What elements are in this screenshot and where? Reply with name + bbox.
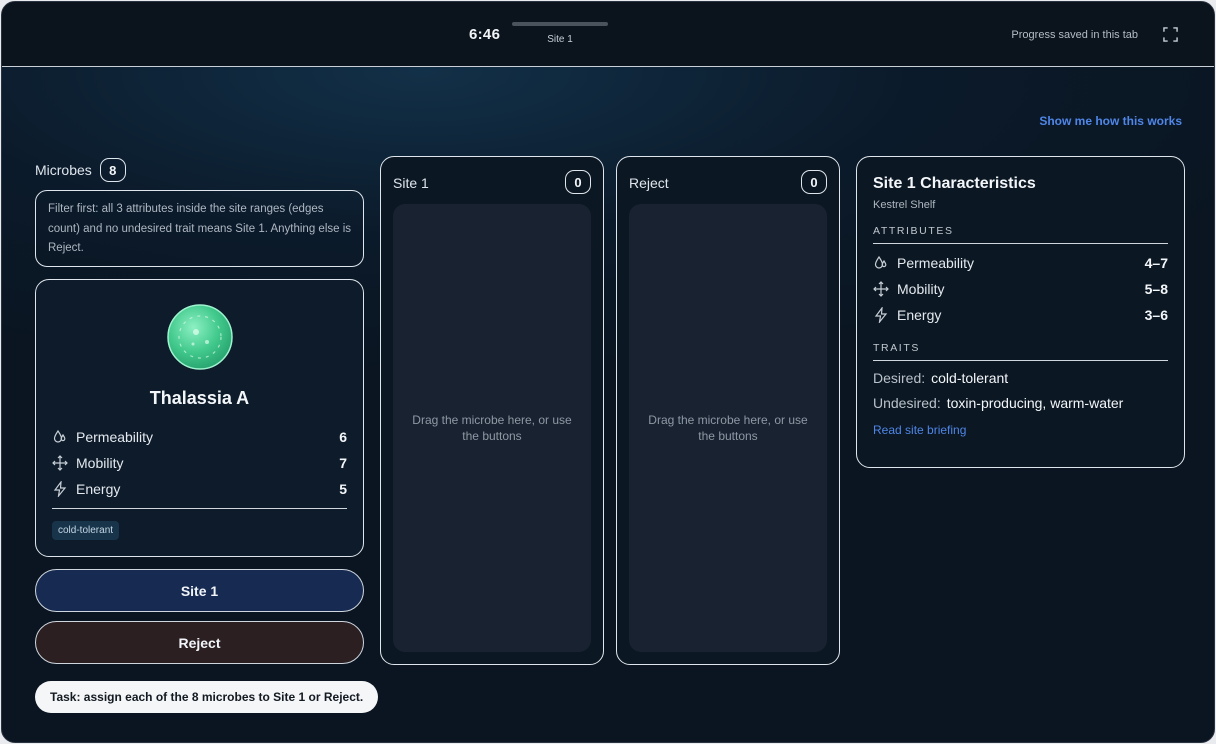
microbe-card[interactable]: Thalassia A Permeability 6 Mobility 7 En… xyxy=(35,279,364,557)
reject-button[interactable]: Reject xyxy=(35,621,364,664)
progress-bar xyxy=(512,22,608,26)
site-attribute-label: Mobility xyxy=(897,281,945,297)
undesired-value: toxin-producing, warm-water xyxy=(946,395,1124,411)
attribute-row-permeability: Permeability 6 xyxy=(52,424,347,450)
lightning-icon xyxy=(53,481,67,497)
drop-placeholder: Drag the microbe here, or use the button… xyxy=(412,413,572,443)
traits-heading: TRAITS xyxy=(873,342,1168,361)
lightning-icon xyxy=(874,307,888,323)
zone-title: Site 1 xyxy=(393,175,429,191)
site-characteristics-panel: Site 1 Characteristics Kestrel Shelf ATT… xyxy=(856,156,1185,468)
saved-status: Progress saved in this tab xyxy=(1011,29,1138,41)
drop-area[interactable]: Drag the microbe here, or use the button… xyxy=(629,204,827,652)
attribute-label: Permeability xyxy=(76,429,154,445)
attribute-row-energy: Energy 5 xyxy=(52,476,347,502)
attribute-label: Mobility xyxy=(76,455,124,471)
site-drop-zone[interactable]: Site 1 0 Drag the microbe here, or use t… xyxy=(380,156,604,665)
zone-count-badge: 0 xyxy=(801,170,827,194)
app-window: 6:46 Site 1 Progress saved in this tab S… xyxy=(1,1,1215,743)
site-attribute-energy: Energy 3–6 xyxy=(873,302,1168,328)
attribute-value: 6 xyxy=(339,429,347,445)
read-site-briefing-link[interactable]: Read site briefing xyxy=(873,423,1168,437)
attribute-row-mobility: Mobility 7 xyxy=(52,450,347,476)
show-how-it-works-link[interactable]: Show me how this works xyxy=(1039,114,1182,128)
microbe-name: Thalassia A xyxy=(149,388,250,408)
task-banner: Task: assign each of the 8 microbes to S… xyxy=(35,681,379,713)
site-attribute-permeability: Permeability 4–7 xyxy=(873,250,1168,276)
characteristics-subtitle: Kestrel Shelf xyxy=(873,199,936,211)
microbes-title: Microbes xyxy=(35,162,92,178)
microbe-attributes: Permeability 6 Mobility 7 Energy 5 xyxy=(52,424,347,502)
zone-count-badge: 0 xyxy=(565,170,591,194)
site-progress-indicator: Site 1 xyxy=(511,22,609,45)
microbe-avatar-icon xyxy=(167,304,233,370)
site-attribute-list: Permeability 4–7 Mobility 5–8 Energy 3–6 xyxy=(873,250,1168,328)
characteristics-title: Site 1 Characteristics xyxy=(873,175,1036,192)
droplet-icon xyxy=(53,429,66,443)
site-attribute-label: Energy xyxy=(897,307,942,323)
undesired-label: Undesired: xyxy=(873,395,941,411)
site-attribute-label: Permeability xyxy=(897,255,975,271)
site-attribute-range: 3–6 xyxy=(1144,307,1168,323)
desired-value: cold-tolerant xyxy=(931,370,1009,386)
attribute-label: Energy xyxy=(76,481,121,497)
filter-hint: Filter first: all 3 attributes inside th… xyxy=(35,190,364,267)
card-divider xyxy=(52,508,347,509)
attribute-value: 7 xyxy=(339,455,347,471)
site-attribute-mobility: Mobility 5–8 xyxy=(873,276,1168,302)
droplet-icon xyxy=(874,255,887,269)
drop-placeholder: Drag the microbe here, or use the button… xyxy=(648,413,808,443)
progress-site-label: Site 1 xyxy=(547,34,573,45)
site-attribute-range: 4–7 xyxy=(1144,255,1168,271)
microbes-header: Microbes 8 xyxy=(35,158,126,182)
move-arrows-icon xyxy=(873,281,889,297)
reject-drop-zone[interactable]: Reject 0 Drag the microbe here, or use t… xyxy=(616,156,840,665)
fullscreen-icon[interactable] xyxy=(1163,27,1178,42)
move-arrows-icon xyxy=(52,455,68,471)
site-attribute-range: 5–8 xyxy=(1144,281,1168,297)
desired-trait-row: Desired: cold-tolerant xyxy=(873,370,1168,386)
timer: 6:46 xyxy=(469,26,501,43)
top-bar: 6:46 Site 1 Progress saved in this tab xyxy=(2,2,1214,67)
trait-tag: cold-tolerant xyxy=(52,521,120,540)
attribute-value: 5 xyxy=(339,481,347,497)
microbes-count-badge: 8 xyxy=(99,158,126,182)
attributes-heading: ATTRIBUTES xyxy=(873,225,1168,244)
desired-label: Desired: xyxy=(873,370,926,386)
assign-site-button[interactable]: Site 1 xyxy=(35,569,364,612)
drop-area[interactable]: Drag the microbe here, or use the button… xyxy=(393,204,591,652)
zone-title: Reject xyxy=(629,175,669,191)
undesired-trait-row: Undesired: toxin-producing, warm-water xyxy=(873,395,1168,411)
